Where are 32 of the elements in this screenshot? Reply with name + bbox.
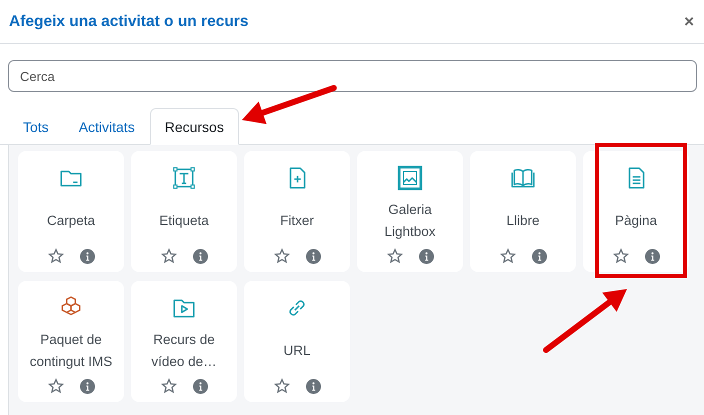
info-icon[interactable] (192, 248, 208, 264)
star-icon[interactable] (48, 378, 64, 394)
info-icon[interactable] (192, 378, 208, 394)
item-name[interactable]: Fitxer (280, 210, 314, 232)
item-name[interactable]: Etiqueta (159, 210, 209, 232)
info-icon[interactable] (644, 248, 660, 264)
item-name[interactable]: URL (283, 340, 310, 362)
item-name[interactable]: Llibre (506, 210, 540, 232)
star-icon[interactable] (160, 378, 176, 394)
info-icon[interactable] (306, 248, 320, 264)
info-icon[interactable] (80, 378, 94, 394)
search-field[interactable]: Cerca (8, 60, 697, 92)
tab[interactable]: Tots (8, 108, 64, 145)
star-icon[interactable] (48, 248, 64, 264)
star-icon[interactable] (274, 378, 290, 394)
info-icon[interactable] (306, 378, 320, 394)
text-frame-icon (171, 165, 197, 191)
close-button[interactable]: × (684, 12, 694, 32)
info-icon[interactable] (80, 248, 94, 264)
info-icon[interactable] (532, 248, 546, 264)
info-icon[interactable] (418, 248, 434, 264)
item-name[interactable]: Pàgina (614, 210, 658, 232)
item-name[interactable]: Carpeta (46, 210, 96, 232)
tab[interactable]: Activitats (64, 108, 150, 145)
star-icon[interactable] (274, 248, 290, 264)
tab[interactable]: Recursos (150, 108, 239, 145)
star-icon[interactable] (160, 248, 176, 264)
star-icon[interactable] (386, 248, 402, 264)
star-icon[interactable] (612, 248, 628, 264)
star-icon[interactable] (500, 248, 516, 264)
dialog-title: Afegeix una activitat o un recurs (9, 12, 248, 30)
image-frame-icon (397, 165, 423, 191)
